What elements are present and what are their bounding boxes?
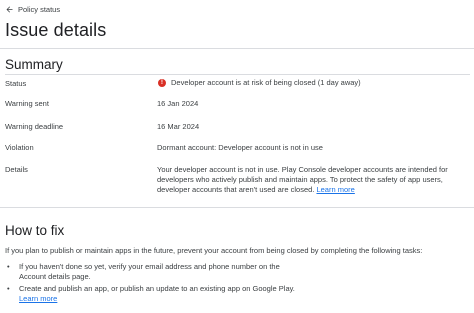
issue-details-page: Policy status Issue details Summary Stat… <box>0 0 474 313</box>
arrow-back-icon <box>5 5 14 14</box>
warning-sent-value: 16 Jan 2024 <box>157 99 199 108</box>
header-divider <box>0 48 474 49</box>
status-value: ! Developer account is at risk of being … <box>158 78 361 88</box>
details-learn-more-link[interactable]: Learn more <box>316 185 354 194</box>
task-text: Create and publish an app, or publish an… <box>19 284 295 293</box>
violation-value: Dormant account: Developer account is no… <box>157 143 323 152</box>
status-label: Status <box>5 79 27 88</box>
violation-label: Violation <box>5 143 34 152</box>
task-item: Create and publish an app, or publish an… <box>5 284 305 304</box>
details-value: Your developer account is not in use. Pl… <box>157 165 457 195</box>
section-divider <box>0 207 474 208</box>
warning-deadline-label: Warning deadline <box>5 122 64 131</box>
summary-divider <box>5 74 470 75</box>
page-title: Issue details <box>5 20 107 40</box>
task-text: If you haven't done so yet, verify your … <box>19 262 280 281</box>
details-label: Details <box>5 165 28 174</box>
back-to-policy-status-link[interactable]: Policy status <box>5 5 60 14</box>
error-icon: ! <box>158 79 166 87</box>
summary-heading: Summary <box>5 57 63 72</box>
task-item: If you haven't done so yet, verify your … <box>5 262 305 282</box>
task-learn-more-link[interactable]: Learn more <box>19 294 57 303</box>
task-list: If you haven't done so yet, verify your … <box>5 262 305 306</box>
warning-sent-label: Warning sent <box>5 99 49 108</box>
back-link-label: Policy status <box>18 5 61 14</box>
details-text: Your developer account is not in use. Pl… <box>157 165 448 194</box>
status-text: Developer account is at risk of being cl… <box>171 78 361 87</box>
how-to-fix-intro: If you plan to publish or maintain apps … <box>5 246 423 255</box>
how-to-fix-heading: How to fix <box>5 223 65 238</box>
warning-deadline-value: 16 Mar 2024 <box>157 122 200 131</box>
